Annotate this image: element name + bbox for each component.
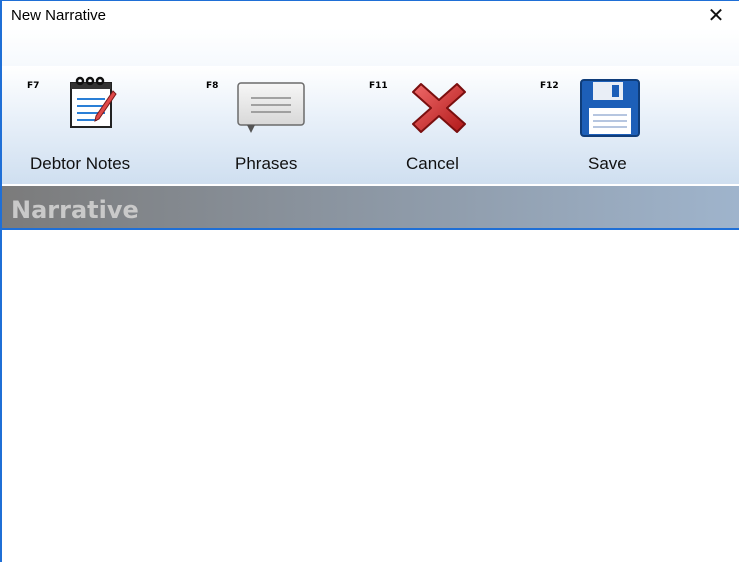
cancel-label: Cancel	[406, 154, 459, 173]
debtor-notes-label: Debtor Notes	[30, 154, 131, 173]
close-button[interactable]: ✕	[693, 1, 739, 29]
phrases-button[interactable]: F8 Phrases	[197, 28, 327, 184]
red-x-icon	[412, 83, 466, 133]
narrative-text-area[interactable]	[2, 230, 739, 566]
new-narrative-window: New Narrative ✕ F7 Debtor Notes F8 Phras…	[0, 0, 739, 566]
phrases-label: Phrases	[235, 154, 298, 173]
close-icon: ✕	[707, 4, 725, 27]
save-label: Save	[588, 154, 627, 173]
narrative-header: Narrative	[11, 196, 139, 224]
speech-bubble-icon	[237, 82, 305, 133]
narrative-header-bar: Narrative	[2, 186, 739, 230]
save-button[interactable]: F12 Save	[532, 28, 672, 184]
debtor-notes-button[interactable]: F7 Debtor Notes	[12, 28, 182, 184]
floppy-disk-icon	[580, 79, 640, 137]
title-bar: New Narrative ✕	[2, 0, 739, 29]
f7-key-label: F7	[27, 81, 40, 91]
window-title: New Narrative	[11, 7, 107, 24]
f11-key-label: F11	[369, 81, 388, 91]
notepad-icon	[70, 76, 117, 128]
cancel-button[interactable]: F11 Cancel	[357, 28, 507, 184]
f8-key-label: F8	[206, 81, 219, 91]
f12-key-label: F12	[540, 81, 559, 91]
